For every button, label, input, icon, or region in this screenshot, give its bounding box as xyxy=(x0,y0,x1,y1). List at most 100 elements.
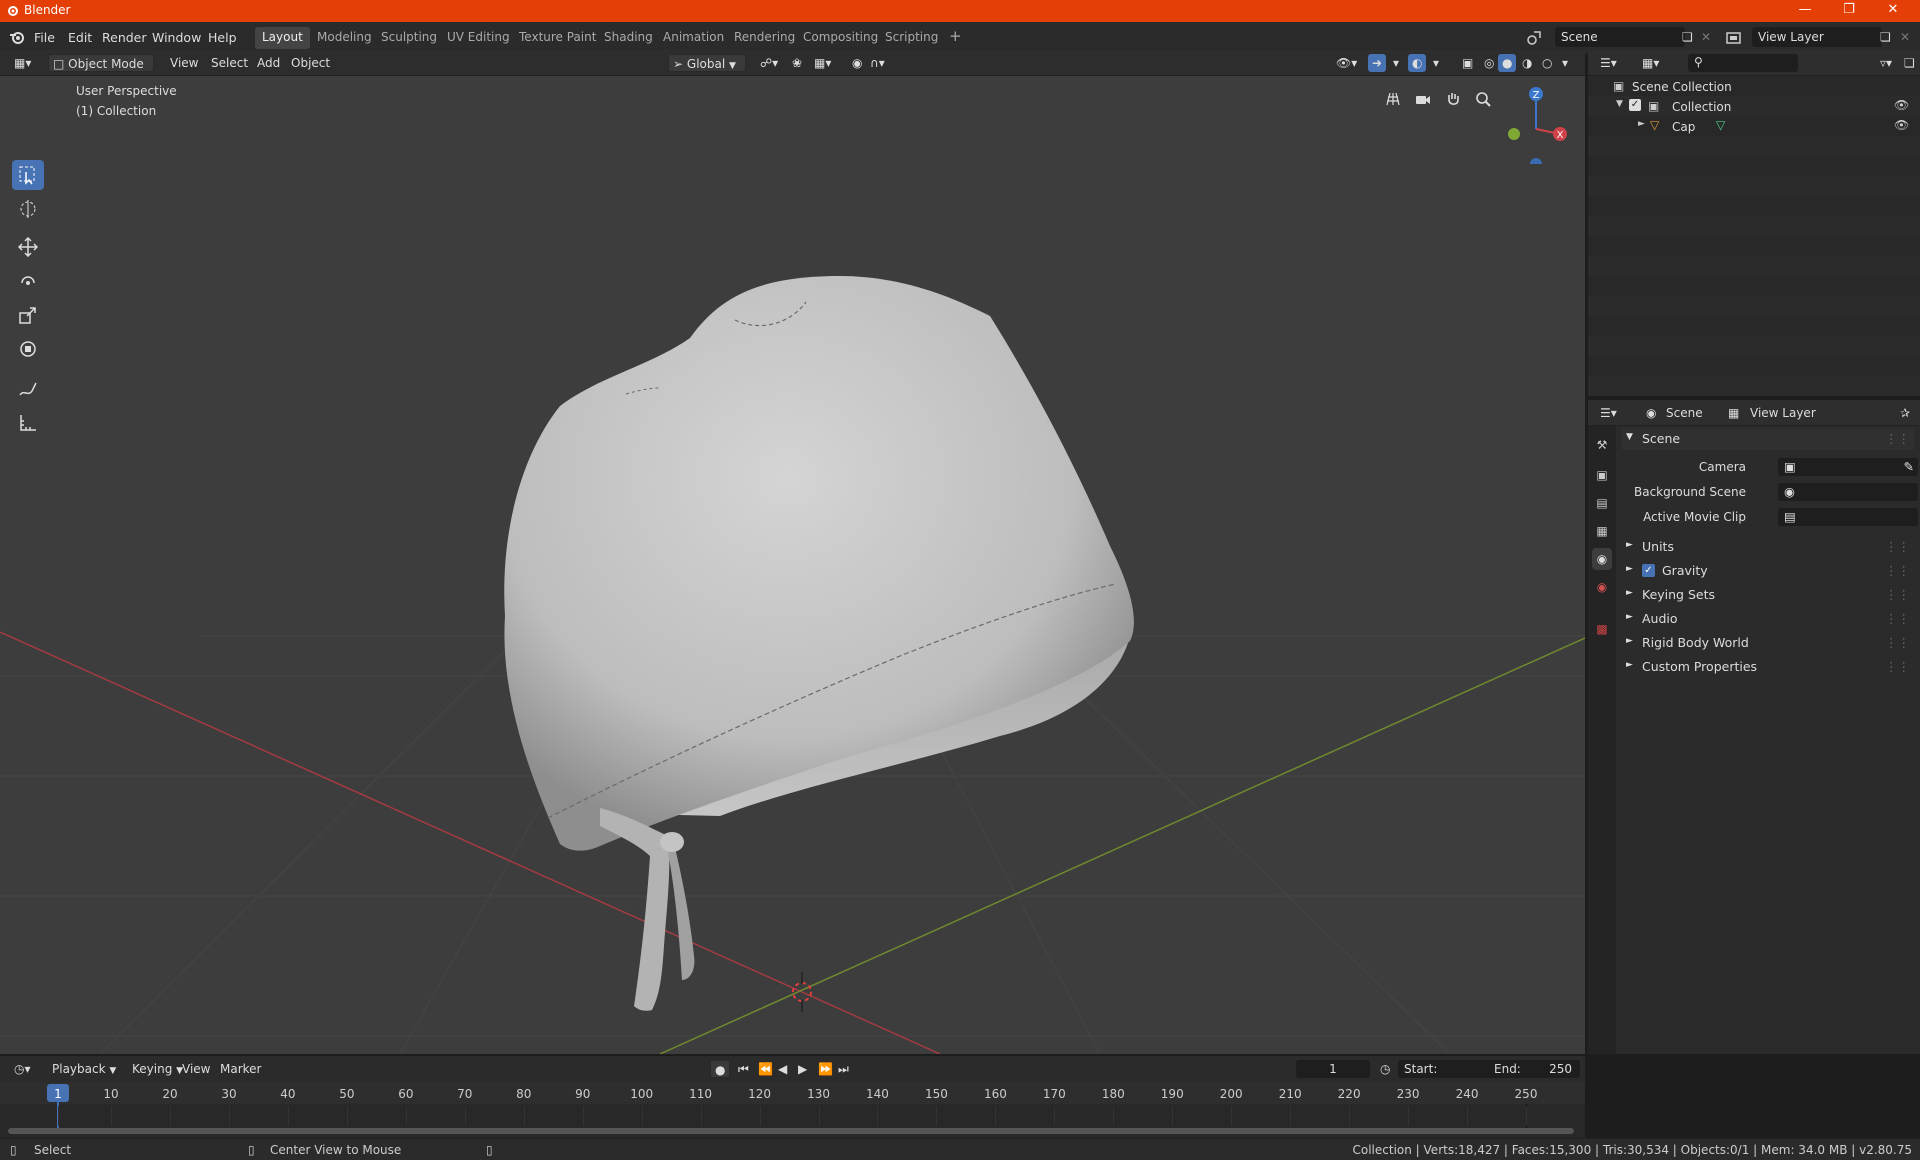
menu-help[interactable]: Help xyxy=(208,30,237,45)
toggle-camera-view-icon[interactable] xyxy=(1380,86,1406,112)
record-icon[interactable]: ● xyxy=(710,1060,731,1078)
tab-scripting[interactable]: Scripting xyxy=(878,27,945,49)
tab-rendering[interactable]: Rendering xyxy=(727,27,802,49)
pivot-point-icon[interactable]: ☍▾ xyxy=(756,54,782,72)
drag-handle-icon[interactable]: ⋮⋮ xyxy=(1885,587,1910,602)
mesh-data-icon[interactable]: ▽ xyxy=(1716,118,1725,132)
tab-animation[interactable]: Animation xyxy=(656,27,731,49)
timeline-scrollbar[interactable] xyxy=(8,1128,1574,1134)
checkbox-icon[interactable]: ✓ xyxy=(1629,99,1641,111)
mode-selector[interactable]: □ Object Mode ▼ xyxy=(48,54,154,85)
view-layer-tab-icon[interactable]: ▦ xyxy=(1592,520,1612,542)
camera-field[interactable]: ▣ ✎ xyxy=(1778,458,1918,476)
viewport-menu-view[interactable]: View xyxy=(166,54,202,72)
custom-properties-panel-header[interactable]: ► Custom Properties ⋮⋮ xyxy=(1622,656,1914,678)
viewport-menu-object[interactable]: Object xyxy=(287,54,334,72)
eye-icon[interactable]: 👁 xyxy=(1894,98,1909,112)
shading-menu-icon[interactable]: ▾ xyxy=(1558,54,1572,72)
camera-icon[interactable] xyxy=(1410,86,1436,112)
delete-scene-icon[interactable]: ✕ xyxy=(1697,28,1715,46)
drag-handle-icon[interactable]: ⋮⋮ xyxy=(1885,539,1910,554)
hand-pan-icon[interactable] xyxy=(1440,86,1466,112)
blender-menu-icon[interactable] xyxy=(9,30,25,46)
tab-sculpting[interactable]: Sculpting xyxy=(374,27,444,49)
3d-viewport[interactable]: User Perspective (1) Collection Z X xyxy=(0,76,1585,1054)
gravity-panel-header[interactable]: ► ✓ Gravity ⋮⋮ xyxy=(1622,560,1914,582)
outliner-row-scene-collection[interactable]: ▣ Scene Collection xyxy=(1588,76,1920,96)
wireframe-shading-icon[interactable]: ◎ xyxy=(1480,54,1498,72)
outliner-editor-type-icon[interactable]: ☰▾ xyxy=(1596,54,1621,72)
gizmo-toggle-icon[interactable]: ➜ xyxy=(1368,54,1387,72)
add-workspace-icon[interactable]: + xyxy=(942,27,969,49)
outliner-row-collection[interactable]: ▼ ✓ ▣ Collection 👁 xyxy=(1588,96,1920,116)
scene-icon[interactable] xyxy=(1526,30,1542,46)
tool-settings-tab-icon[interactable]: ⚒ xyxy=(1592,434,1612,456)
delete-view-layer-icon[interactable]: ✕ xyxy=(1896,28,1914,46)
rigid-body-world-panel-header[interactable]: ► Rigid Body World ⋮⋮ xyxy=(1622,632,1914,654)
menu-render[interactable]: Render xyxy=(102,30,147,45)
menu-file[interactable]: File xyxy=(34,30,55,45)
viewport-menu-select[interactable]: Select xyxy=(207,54,252,72)
menu-window[interactable]: Window xyxy=(152,30,201,45)
overlays-menu-icon[interactable]: ▾ xyxy=(1429,54,1443,72)
scene-tab-icon[interactable]: ◉ xyxy=(1592,548,1612,570)
breadcrumb-view-layer[interactable]: View Layer xyxy=(1746,404,1820,422)
tab-modeling[interactable]: Modeling xyxy=(310,27,379,49)
restore-icon[interactable]: ❐ xyxy=(1834,2,1864,20)
filter-icon[interactable]: ▿▾ xyxy=(1876,54,1896,72)
output-tab-icon[interactable]: ▤ xyxy=(1592,492,1612,514)
menu-edit[interactable]: Edit xyxy=(68,30,92,45)
falloff-icon[interactable]: ∩▾ xyxy=(866,54,889,72)
eye-icon[interactable]: 👁 xyxy=(1894,118,1909,132)
move-tool-icon[interactable] xyxy=(12,232,44,262)
gizmo-menu-icon[interactable]: ▾ xyxy=(1389,54,1403,72)
play-reverse-icon[interactable]: ◀ xyxy=(774,1060,791,1078)
texture-tab-icon[interactable]: ▩ xyxy=(1592,618,1612,640)
outliner-search-input[interactable]: ⚲ xyxy=(1688,54,1798,72)
expand-arrow-icon[interactable]: ► xyxy=(1638,119,1645,129)
drag-handle-icon[interactable]: ⋮⋮ xyxy=(1885,611,1910,626)
tab-shading[interactable]: Shading xyxy=(597,27,660,49)
background-scene-field[interactable]: ◉ xyxy=(1778,483,1918,501)
end-frame-field[interactable]: End: 250 xyxy=(1488,1060,1580,1078)
tab-uv-editing[interactable]: UV Editing xyxy=(440,27,517,49)
expand-arrow-icon[interactable]: ▼ xyxy=(1616,99,1623,109)
new-collection-icon[interactable]: ❏ xyxy=(1900,54,1919,72)
audio-panel-header[interactable]: ► Audio ⋮⋮ xyxy=(1622,608,1914,630)
annotate-tool-icon[interactable] xyxy=(12,374,44,404)
rendered-shading-icon[interactable]: ○ xyxy=(1538,54,1556,72)
close-icon[interactable]: ✕ xyxy=(1878,2,1908,20)
keying-sets-panel-header[interactable]: ► Keying Sets ⋮⋮ xyxy=(1622,584,1914,606)
tab-texture-paint[interactable]: Texture Paint xyxy=(512,27,603,49)
breadcrumb-scene[interactable]: Scene xyxy=(1662,404,1707,422)
solid-shading-icon[interactable]: ● xyxy=(1498,54,1517,72)
drag-handle-icon[interactable]: ⋮⋮ xyxy=(1885,659,1910,674)
material-shading-icon[interactable]: ◑ xyxy=(1518,54,1536,72)
play-icon[interactable]: ▶ xyxy=(794,1060,811,1078)
jump-start-icon[interactable]: ⏮ xyxy=(734,1060,753,1078)
render-tab-icon[interactable]: ▣ xyxy=(1592,464,1612,486)
current-frame-field[interactable]: 1 xyxy=(1296,1060,1370,1078)
gravity-checkbox[interactable]: ✓ xyxy=(1642,564,1655,577)
orientation-selector[interactable]: ➢ Global ▼ xyxy=(668,54,746,72)
zoom-icon[interactable] xyxy=(1470,86,1496,112)
new-view-layer-icon[interactable]: ❏ xyxy=(1876,28,1895,46)
drag-handle-icon[interactable]: ⋮⋮ xyxy=(1885,563,1910,578)
eyedropper-icon[interactable]: ✎ xyxy=(1904,459,1914,474)
pin-icon[interactable]: ✰ xyxy=(1896,404,1914,422)
editor-type-icon[interactable]: ▦▾ xyxy=(10,54,35,72)
viewport-menu-add[interactable]: Add xyxy=(253,54,284,72)
scene-selector[interactable]: Scene xyxy=(1555,27,1685,47)
xray-icon[interactable]: ▣ xyxy=(1458,54,1477,72)
display-mode-icon[interactable]: ▦▾ xyxy=(1638,54,1663,72)
new-scene-icon[interactable]: ❏ xyxy=(1678,28,1697,46)
preview-range-icon[interactable]: ◷ xyxy=(1376,1060,1394,1078)
measure-tool-icon[interactable] xyxy=(12,408,44,438)
proportional-edit-icon[interactable]: ◉ xyxy=(848,54,866,72)
tab-layout[interactable]: Layout xyxy=(255,27,310,49)
units-panel-header[interactable]: ► Units ⋮⋮ xyxy=(1622,536,1914,558)
drag-handle-icon[interactable]: ⋮⋮ xyxy=(1885,635,1910,650)
timeline[interactable]: 1 10 20 30 40 50 60 70 80 90 100 110 120 130 140 150 160… xyxy=(0,1082,1585,1138)
outliner-row-cap[interactable]: ► ▽ Cap ▽ 👁 xyxy=(1588,116,1920,136)
world-tab-icon[interactable]: ◉ xyxy=(1592,576,1612,598)
